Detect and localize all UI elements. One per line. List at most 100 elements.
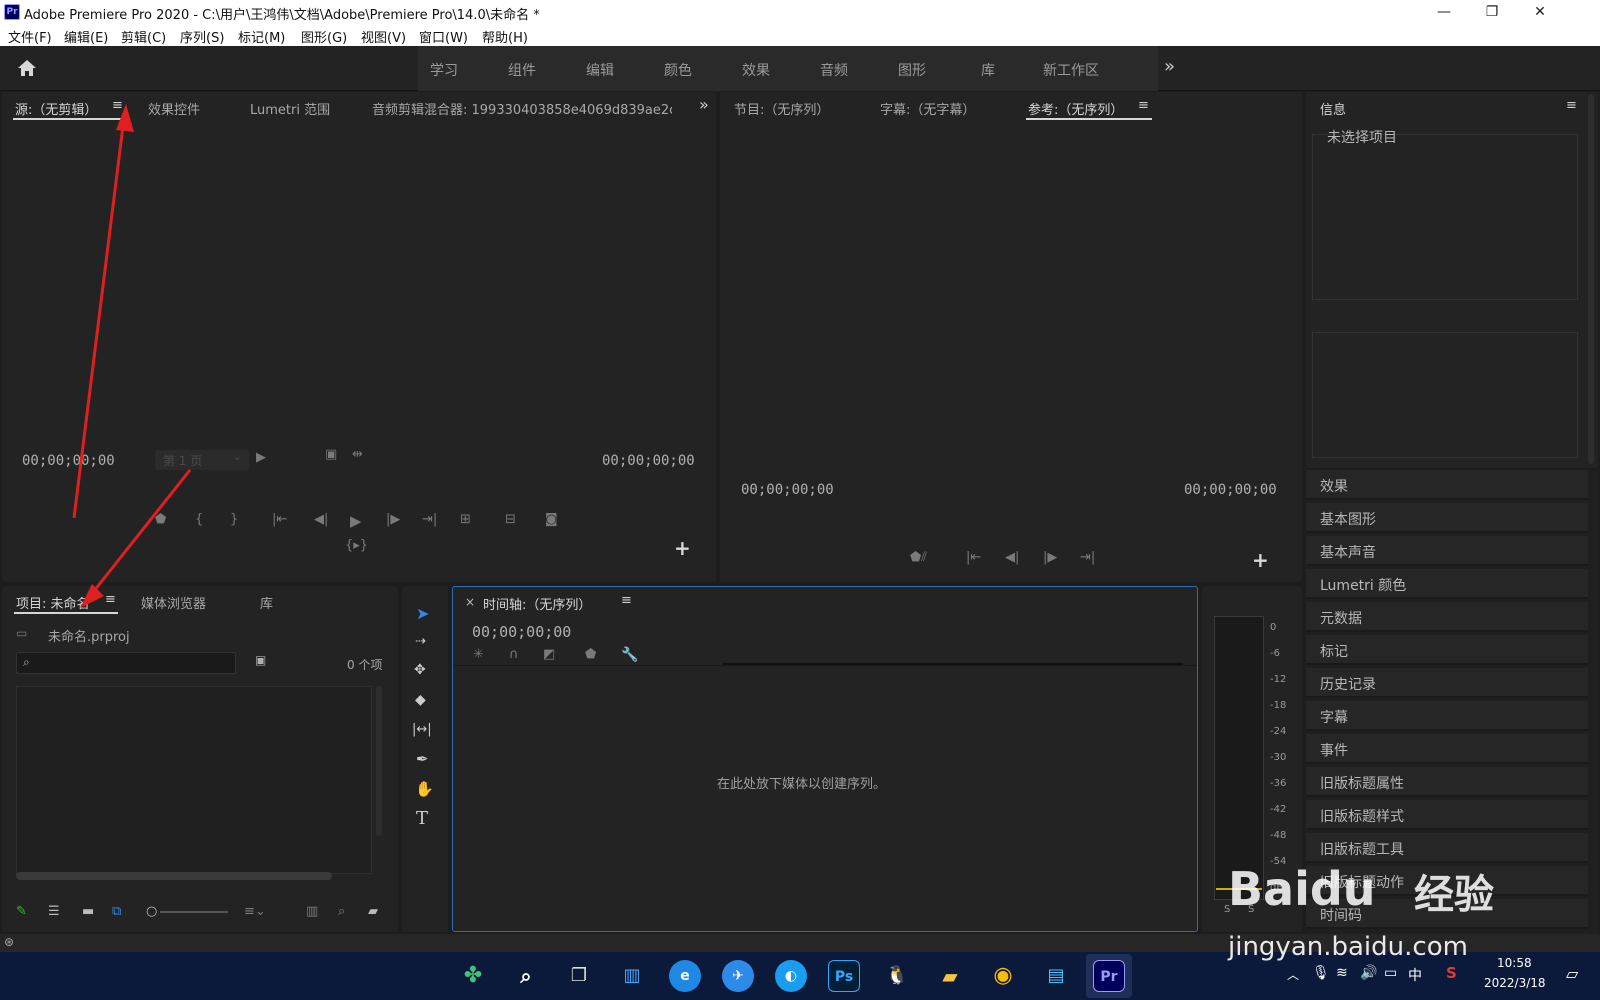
tab-source[interactable]: 源:（无剪辑） — [15, 99, 97, 118]
task-view-icon[interactable]: ❐ — [563, 960, 595, 992]
widgets-icon[interactable]: ▥ — [616, 960, 648, 992]
home-icon[interactable] — [16, 58, 38, 78]
go-to-out-icon[interactable]: ⇥| — [422, 512, 437, 527]
panel-essential-sound[interactable]: 基本声音 — [1306, 536, 1588, 566]
project-items-area[interactable] — [16, 686, 372, 874]
step-forward-icon[interactable]: |▶ — [386, 512, 400, 527]
workspace-new[interactable]: 新工作区 — [1043, 60, 1099, 80]
tab-reference[interactable]: 参考:（无序列） — [1028, 99, 1123, 118]
insert-icon[interactable]: ⊞ — [460, 512, 471, 527]
zoom-slider-track[interactable] — [160, 911, 228, 913]
track-select-tool-icon[interactable]: ⇢ — [415, 634, 426, 649]
tab-captions[interactable]: 字幕:（无字幕） — [880, 99, 975, 118]
vertical-scrollbar[interactable] — [376, 686, 382, 836]
program-timecode-current[interactable]: 00;00;00;00 — [741, 482, 834, 498]
pencil-icon[interactable]: ✎ — [16, 904, 27, 919]
panel-legacy-title-styles[interactable]: 旧版标题样式 — [1306, 800, 1588, 830]
bird-icon[interactable]: ◐ — [775, 960, 807, 992]
menu-window[interactable]: 窗口(W) — [419, 27, 468, 46]
ripple-edit-tool-icon[interactable]: ✥ — [414, 662, 426, 678]
premiere-taskbar-icon[interactable]: Pr — [1093, 960, 1125, 992]
mark-in-icon[interactable]: { — [195, 512, 203, 527]
panel-history[interactable]: 历史记录 — [1306, 668, 1588, 698]
menu-markers[interactable]: 标记(M) — [238, 27, 285, 46]
menu-graphics[interactable]: 图形(G) — [301, 27, 347, 46]
find-icon[interactable]: ⌕ — [338, 904, 345, 919]
go-to-in-icon[interactable]: |⇤ — [272, 512, 287, 527]
overwrite-icon[interactable]: ⊟ — [505, 512, 516, 527]
creative-cloud-icon[interactable]: ⊛ — [4, 935, 14, 949]
drag-audio-icon[interactable]: ⇹ — [352, 447, 363, 462]
panel-essential-graphics[interactable]: 基本图形 — [1306, 503, 1588, 533]
photoshop-icon[interactable]: Ps — [828, 960, 860, 992]
step-back-icon[interactable]: ◀| — [1005, 550, 1019, 565]
panel-metadata[interactable]: 元数据 — [1306, 602, 1588, 632]
more-workspaces-icon[interactable]: » — [1164, 56, 1175, 77]
workspace-assembly[interactable]: 组件 — [508, 60, 536, 80]
file-explorer-icon[interactable]: ▰ — [934, 960, 966, 992]
export-frame-icon[interactable]: ◙ — [545, 512, 558, 527]
tab-project[interactable]: 项目: 未命名 — [16, 593, 90, 612]
panel-captions[interactable]: 字幕 — [1306, 701, 1588, 731]
panel-legacy-title-properties[interactable]: 旧版标题属性 — [1306, 767, 1588, 797]
menu-edit[interactable]: 编辑(E) — [64, 27, 108, 46]
nest-icon[interactable]: ✳ — [473, 647, 484, 662]
chrome-icon[interactable]: ◉ — [987, 960, 1019, 992]
play-icon[interactable]: ▶ — [350, 512, 362, 530]
menu-view[interactable]: 视图(V) — [361, 27, 406, 46]
automate-sequence-icon[interactable]: ▥ — [306, 904, 318, 919]
scrollbar[interactable] — [1588, 94, 1594, 464]
tab-libraries[interactable]: 库 — [260, 593, 273, 612]
drag-video-icon[interactable]: ▣ — [325, 447, 337, 462]
page-select[interactable]: 第 1 页 ⌄ — [155, 450, 249, 470]
workspace-learn[interactable]: 学习 — [430, 60, 458, 80]
tab-audio-clip-mixer[interactable]: 音频剪辑混合器: 199330403858e4069d839ae2ccc7( — [372, 99, 672, 118]
workspace-libraries[interactable]: 库 — [981, 60, 995, 80]
selection-tool-icon[interactable]: ➤ — [416, 604, 429, 623]
menu-help[interactable]: 帮助(H) — [482, 27, 528, 46]
add-marker-icon[interactable]: ⬟ — [585, 647, 596, 662]
tab-media-browser[interactable]: 媒体浏览器 — [141, 593, 206, 612]
more-tabs-icon[interactable]: » — [699, 95, 709, 114]
slip-tool-icon[interactable]: |↔| — [412, 722, 432, 737]
insert-edit-icon[interactable]: {▸} — [345, 538, 368, 553]
new-search-bin-icon[interactable]: ▣ — [255, 653, 266, 667]
restore-icon[interactable]: ❐ — [1468, 0, 1516, 24]
source-timecode-current[interactable]: 00;00;00;00 — [22, 453, 115, 469]
notepad-icon[interactable]: ▤ — [1040, 960, 1072, 992]
timeline-timecode[interactable]: 00;00;00;00 — [472, 623, 571, 641]
close-tab-icon[interactable]: × — [465, 595, 475, 609]
horizontal-scrollbar[interactable] — [16, 872, 332, 880]
clock-date[interactable]: 2022/3/18 — [1484, 976, 1546, 990]
panel-menu-icon[interactable]: ≡ — [105, 592, 116, 607]
tab-lumetri-scopes[interactable]: Lumetri 范围 — [250, 99, 330, 118]
snap-icon[interactable]: ∩ — [509, 647, 519, 662]
workspace-effects[interactable]: 效果 — [742, 60, 770, 80]
zoom-slider-handle[interactable]: ○ — [146, 904, 157, 919]
workspace-graphics[interactable]: 图形 — [898, 60, 926, 80]
mark-out-icon[interactable]: } — [230, 512, 238, 527]
marker-icon[interactable]: ⬟⫽ — [910, 550, 927, 565]
panel-events[interactable]: 事件 — [1306, 734, 1588, 764]
freeform-view-icon[interactable]: ⧉ — [112, 904, 121, 919]
step-forward-icon[interactable]: |▶ — [1043, 550, 1057, 565]
add-marker-icon[interactable]: ⬟ — [155, 512, 166, 527]
linked-selection-icon[interactable]: ◩ — [543, 647, 555, 662]
qq-icon[interactable]: 🐧 — [881, 960, 913, 992]
tab-program[interactable]: 节目:（无序列） — [734, 99, 829, 118]
pen-tool-icon[interactable]: ✒ — [416, 750, 429, 768]
panel-menu-icon[interactable]: ≡ — [1566, 98, 1577, 113]
minimize-icon[interactable]: — — [1420, 0, 1468, 24]
panel-menu-icon[interactable]: ≡ — [1138, 98, 1149, 113]
go-to-out-icon[interactable]: ⇥| — [1080, 550, 1095, 565]
tab-effect-controls[interactable]: 效果控件 — [148, 99, 200, 118]
workspace-color[interactable]: 颜色 — [664, 60, 692, 80]
menu-sequence[interactable]: 序列(S) — [180, 27, 224, 46]
icon-view-icon[interactable]: ▬ — [82, 904, 94, 919]
sort-icon[interactable]: ≡⌄ — [244, 904, 266, 919]
workspace-editing[interactable]: 编辑 — [586, 60, 614, 80]
panel-menu-icon[interactable]: ≡ — [112, 98, 123, 113]
wrench-icon[interactable]: 🔧 — [621, 647, 638, 663]
go-to-in-icon[interactable]: |⇤ — [966, 550, 981, 565]
menu-file[interactable]: 文件(F) — [8, 27, 52, 46]
